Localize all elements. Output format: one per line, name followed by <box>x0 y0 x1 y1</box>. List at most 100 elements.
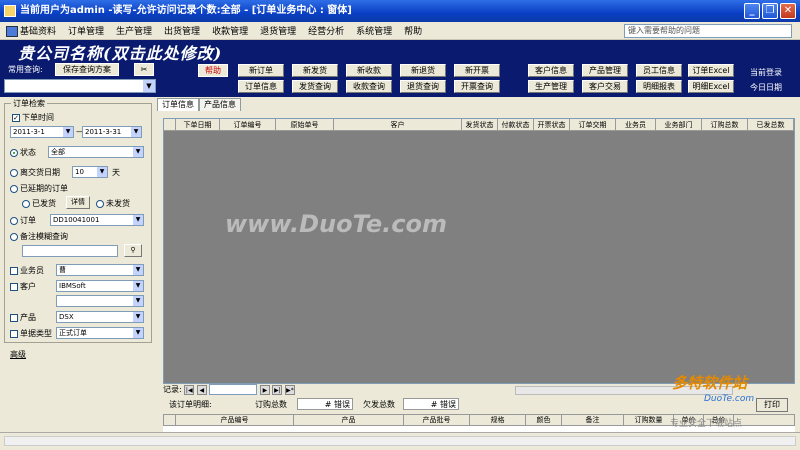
detail-excel-button[interactable]: 明细Excel <box>688 80 734 93</box>
date-to-select[interactable]: 2011-3-31 ▼ <box>82 126 142 138</box>
doc-type-checkbox[interactable]: 单据类型 <box>10 328 52 339</box>
col-original-number[interactable]: 原始单号 <box>276 119 334 130</box>
delivery-radio[interactable]: 离交货日期 <box>10 167 60 178</box>
new-record-icon[interactable]: ▶* <box>284 385 295 395</box>
customer-trade-button[interactable]: 客户交易 <box>582 80 628 93</box>
customer-sub-select[interactable]: ▼ <box>56 295 144 307</box>
first-record-icon[interactable]: |◀ <box>184 385 195 395</box>
help-search-input[interactable]: 键入需要帮助的问题 <box>624 24 792 38</box>
col-salesman[interactable]: 业务员 <box>616 119 656 130</box>
delivery-days-select[interactable]: 10 ▼ <box>72 166 108 178</box>
chevron-down-icon[interactable]: ▼ <box>133 147 143 157</box>
order-time-checkbox[interactable]: ✓ 下单时间 <box>12 112 54 123</box>
chevron-down-icon[interactable]: ▼ <box>133 328 143 338</box>
chevron-down-icon[interactable]: ▼ <box>133 312 143 322</box>
last-record-icon[interactable]: ▶| <box>272 385 283 395</box>
col-order-date[interactable]: 下单日期 <box>176 119 220 130</box>
menu-order[interactable]: 订单管理 <box>62 24 110 37</box>
dcol-spec[interactable]: 规格 <box>470 415 526 425</box>
close-icon[interactable]: ✕ <box>780 3 796 19</box>
order-number-select[interactable]: DD10041001 ▼ <box>50 214 144 226</box>
invoice-query-button[interactable]: 开票查询 <box>454 80 500 93</box>
chevron-down-icon[interactable]: ▼ <box>131 127 141 137</box>
menu-shipping[interactable]: 出货管理 <box>158 24 206 37</box>
shipped-radio[interactable]: 已发货 <box>22 198 56 209</box>
minimize-icon[interactable]: _ <box>744 3 760 19</box>
detail-report-button[interactable]: 明细报表 <box>636 80 682 93</box>
chevron-down-icon[interactable]: ▼ <box>97 167 107 177</box>
record-number-input[interactable] <box>209 384 258 395</box>
remark-input[interactable] <box>22 245 118 257</box>
menu-system[interactable]: 系统管理 <box>350 24 398 37</box>
production-manage-button[interactable]: 生产管理 <box>528 80 574 93</box>
customer-checkbox[interactable]: 客户 <box>10 281 36 292</box>
main-horizontal-scrollbar[interactable] <box>4 436 796 446</box>
tool-icon[interactable]: ✂ <box>134 63 154 76</box>
shipment-query-button[interactable]: 发货查询 <box>292 80 338 93</box>
col-ship-status[interactable]: 发货状态 <box>462 119 498 130</box>
menu-help[interactable]: 帮助 <box>398 24 428 37</box>
status-select[interactable]: 全部 ▼ <box>48 146 144 158</box>
col-order-number[interactable]: 订单编号 <box>220 119 276 130</box>
menu-production[interactable]: 生产管理 <box>110 24 158 37</box>
new-payment-button[interactable]: 新收款 <box>346 64 392 77</box>
dcol-color[interactable]: 颜色 <box>526 415 562 425</box>
dcol-batch[interactable]: 产品批号 <box>404 415 470 425</box>
chevron-down-icon[interactable]: ▼ <box>133 215 143 225</box>
remark-radio[interactable]: 备注模糊查询 <box>10 231 68 242</box>
chevron-down-icon[interactable]: ▼ <box>133 281 143 291</box>
not-shipped-radio[interactable]: 未发货 <box>96 198 130 209</box>
product-checkbox[interactable]: 产品 <box>10 312 36 323</box>
menu-basic-data[interactable]: 基础资料 <box>0 24 62 37</box>
salesman-checkbox[interactable]: 业务员 <box>10 265 44 276</box>
help-button[interactable]: 帮助 <box>198 64 228 77</box>
col-order-total[interactable]: 订购总数 <box>702 119 748 130</box>
new-return-button[interactable]: 新退货 <box>400 64 446 77</box>
query-combo[interactable]: ▼ <box>4 79 156 93</box>
payment-query-button[interactable]: 收款查询 <box>346 80 392 93</box>
menu-payment[interactable]: 收款管理 <box>206 24 254 37</box>
col-pay-status[interactable]: 付款状态 <box>498 119 534 130</box>
dcol-quantity[interactable]: 订购数量 <box>624 415 674 425</box>
print-button[interactable]: 打印 <box>756 398 788 412</box>
next-record-icon[interactable]: ▶ <box>259 385 270 395</box>
col-shipped-total[interactable]: 已发总数 <box>748 119 794 130</box>
dcol-product[interactable]: 产品 <box>294 415 404 425</box>
product-manage-button[interactable]: 产品管理 <box>582 64 628 77</box>
col-customer[interactable]: 客户 <box>334 119 462 130</box>
date-from-select[interactable]: 2011-3-1 ▼ <box>10 126 74 138</box>
col-invoice-status[interactable]: 开票状态 <box>534 119 570 130</box>
salesman-select[interactable]: 曹 ▼ <box>56 264 144 276</box>
restore-icon[interactable]: ❐ <box>762 3 778 19</box>
save-query-button[interactable]: 保存查询方案 <box>55 63 119 76</box>
new-shipment-button[interactable]: 新发货 <box>292 64 338 77</box>
status-radio[interactable]: 状态 <box>10 147 36 158</box>
product-select[interactable]: DSX ▼ <box>56 311 144 323</box>
binoculars-icon[interactable]: ⚲ <box>124 244 142 257</box>
chevron-down-icon[interactable]: ▼ <box>133 296 143 306</box>
return-query-button[interactable]: 退货查询 <box>400 80 446 93</box>
chevron-down-icon[interactable]: ▼ <box>63 127 73 137</box>
tab-product-info[interactable]: 产品信息 <box>199 98 241 111</box>
company-name[interactable]: 贵公司名称(双击此处修改) <box>18 40 222 64</box>
dcol-remark[interactable]: 备注 <box>562 415 624 425</box>
employee-info-button[interactable]: 员工信息 <box>636 64 682 77</box>
tab-order-info[interactable]: 订单信息 <box>157 98 199 111</box>
order-grid[interactable]: 下单日期 订单编号 原始单号 客户 发货状态 付款状态 开票状态 订单交期 业务… <box>163 118 795 384</box>
doc-type-select[interactable]: 正式订单 ▼ <box>56 327 144 339</box>
overdue-radio[interactable]: 已延期的订单 <box>10 183 68 194</box>
customer-info-button[interactable]: 客户信息 <box>528 64 574 77</box>
order-info-button[interactable]: 订单信息 <box>238 80 284 93</box>
new-order-button[interactable]: 新订单 <box>238 64 284 77</box>
menu-return[interactable]: 退货管理 <box>254 24 302 37</box>
chevron-down-icon[interactable]: ▼ <box>133 265 143 275</box>
prev-record-icon[interactable]: ◀ <box>196 385 207 395</box>
advanced-link[interactable]: 高级 <box>10 349 26 360</box>
customer-select[interactable]: IBMSoft ▼ <box>56 280 144 292</box>
col-department[interactable]: 业务部门 <box>656 119 702 130</box>
menu-analysis[interactable]: 经营分析 <box>302 24 350 37</box>
detail-button[interactable]: 详情 <box>66 196 90 209</box>
order-excel-button[interactable]: 订单Excel <box>688 64 734 77</box>
new-invoice-button[interactable]: 新开票 <box>454 64 500 77</box>
chevron-down-icon[interactable]: ▼ <box>143 80 155 92</box>
